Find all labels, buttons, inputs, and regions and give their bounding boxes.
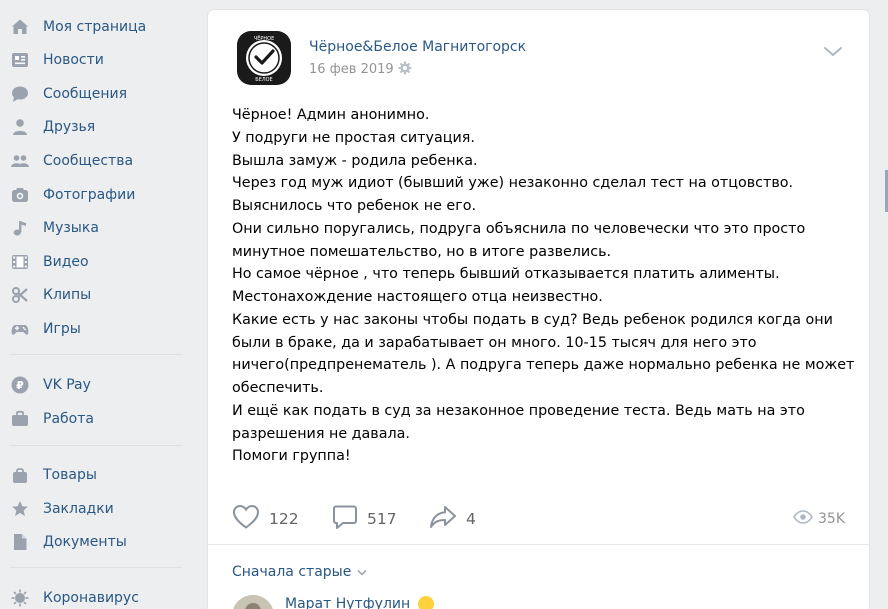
post-card: ЧЁРНОЕ БЕЛОЕ Чёрное&Белое Магнитогорск 1… (208, 10, 869, 609)
views-counter: 35K (793, 509, 845, 528)
left-sidebar: Моя страница Новости Сообщения Друзья Со… (0, 0, 190, 609)
comment-author-avatar[interactable] (232, 595, 274, 609)
sidebar-item-clips[interactable]: Клипы (0, 278, 185, 312)
comment-icon (332, 504, 358, 534)
sidebar-item-coronavirus[interactable]: Коронавирус (0, 581, 185, 609)
comment-author-name[interactable]: Марат Нутфулин (285, 596, 410, 609)
documents-icon (10, 532, 30, 552)
sidebar-item-news[interactable]: Новости (0, 43, 185, 77)
post-text-line: минутное помешательство, но в итоге разв… (232, 243, 612, 260)
photos-icon (10, 185, 30, 205)
post-text-line: Вышла замуж - родила ребенка. (232, 152, 478, 169)
comments-sort-dropdown[interactable]: Сначала старые (232, 564, 367, 580)
gear-icon[interactable] (398, 60, 412, 79)
sidebar-divider (10, 445, 182, 446)
chevron-down-icon[interactable] (823, 43, 843, 62)
author-avatar[interactable]: ЧЁРНОЕ БЕЛОЕ (232, 26, 296, 90)
sidebar-item-friends[interactable]: Друзья (0, 110, 185, 144)
sidebar-item-bookmarks[interactable]: Закладки (0, 492, 185, 526)
video-icon (10, 252, 30, 272)
post-text-line: разрешения не давала. (232, 425, 410, 442)
sidebar-item-label: Музыка (43, 220, 99, 236)
sidebar-item-documents[interactable]: Документы (0, 525, 185, 559)
sidebar-item-label: Сообщества (43, 153, 134, 169)
sidebar-item-video[interactable]: Видео (0, 245, 185, 279)
sidebar-item-label: Новости (43, 52, 104, 68)
share-count: 4 (466, 510, 476, 528)
post-actions-bar: 122 517 4 35K (208, 500, 869, 534)
post-text-line: Выяснилось что ребенок не его. (232, 198, 477, 214)
sidebar-item-label: Работа (43, 411, 94, 427)
bookmarks-icon (10, 499, 30, 519)
like-button[interactable]: 122 (232, 504, 299, 534)
sidebar-item-work[interactable]: Работа (0, 402, 185, 436)
messages-icon (10, 84, 30, 104)
coronavirus-icon (10, 588, 30, 608)
post-text-line: были в браке, да и зарабатывает он много… (232, 334, 757, 351)
heart-icon (232, 504, 260, 534)
post-text: Чёрное! Админ анонимно. У подруги не про… (232, 104, 855, 468)
sidebar-item-label: Коронавирус (43, 590, 139, 606)
post-text-line: У подруги не простая ситуация. (232, 129, 475, 146)
news-icon (10, 50, 30, 70)
sidebar-item-label: VK Pay (43, 377, 91, 393)
like-count: 122 (269, 510, 299, 528)
post-text-line: Через год муж идиот (бывший уже) незакон… (232, 175, 794, 192)
svg-text:БЕЛОЕ: БЕЛОЕ (255, 77, 272, 83)
post-text-line: Какие есть у нас законы чтобы подать в с… (232, 311, 833, 328)
sidebar-divider (10, 567, 182, 568)
games-icon (10, 319, 30, 339)
sidebar-item-label: Видео (43, 254, 89, 270)
svg-text:₽: ₽ (16, 379, 24, 392)
sidebar-item-label: Игры (43, 321, 81, 337)
views-count: 35K (818, 510, 845, 527)
post-text-line: Местонахождение настоящего отца неизвест… (232, 289, 603, 305)
groups-icon (10, 151, 30, 171)
sidebar-divider (10, 354, 182, 355)
sidebar-item-label: Сообщения (43, 86, 128, 102)
comment-author: Марат Нутфулин (285, 596, 435, 609)
post-text-line: обеспечить. (232, 380, 324, 396)
sidebar-item-label: Друзья (43, 119, 96, 135)
post-text-line: Помоги группа! (232, 448, 351, 465)
smile-emoji-icon (418, 596, 435, 609)
chevron-down-icon (357, 569, 367, 576)
sidebar-item-music[interactable]: Музыка (0, 211, 185, 245)
eye-icon (793, 509, 813, 528)
comments-divider (208, 544, 869, 545)
sidebar-item-market[interactable]: Товары (0, 458, 185, 492)
sidebar-item-messages[interactable]: Сообщения (0, 77, 185, 111)
work-icon (10, 409, 30, 429)
sidebar-item-groups[interactable]: Сообщества (0, 144, 185, 178)
music-icon (10, 218, 30, 238)
sidebar-item-label: Закладки (43, 501, 114, 517)
comments-sort-label: Сначала старые (232, 564, 352, 580)
home-icon (10, 17, 30, 37)
post-text-line: ничего(предпренематель ). А подруга тепе… (232, 357, 855, 374)
sidebar-item-my-page[interactable]: Моя страница (0, 10, 185, 44)
post-text-line: Они сильно поругались, подруга объяснила… (232, 220, 806, 237)
friends-icon (10, 117, 30, 137)
post-text-line: И ещё как подать в суд за незаконное про… (232, 402, 805, 419)
svg-text:ЧЁРНОЕ: ЧЁРНОЕ (254, 35, 274, 42)
post-text-line: Но самое чёрное , что теперь бывший отка… (232, 266, 780, 283)
share-icon (429, 504, 457, 534)
comment-count: 517 (367, 510, 397, 528)
sidebar-item-label: Клипы (43, 287, 92, 303)
market-icon (10, 465, 30, 485)
vkpay-icon: ₽ (10, 375, 30, 395)
sidebar-item-label: Документы (43, 534, 127, 550)
sidebar-item-games[interactable]: Игры (0, 312, 185, 346)
sidebar-item-label: Товары (43, 467, 97, 483)
sidebar-item-label: Моя страница (43, 19, 147, 35)
post-date[interactable]: 16 фев 2019 (309, 62, 394, 77)
post-author-name[interactable]: Чёрное&Белое Магнитогорск (309, 39, 526, 55)
comment-button[interactable]: 517 (332, 504, 397, 534)
sidebar-item-photos[interactable]: Фотографии (0, 178, 185, 212)
post-text-line: Чёрное! Админ анонимно. (232, 107, 430, 123)
sidebar-item-label: Фотографии (43, 187, 136, 203)
clips-icon (10, 285, 30, 305)
share-button[interactable]: 4 (429, 504, 476, 534)
sidebar-item-vkpay[interactable]: ₽ VK Pay (0, 368, 185, 402)
